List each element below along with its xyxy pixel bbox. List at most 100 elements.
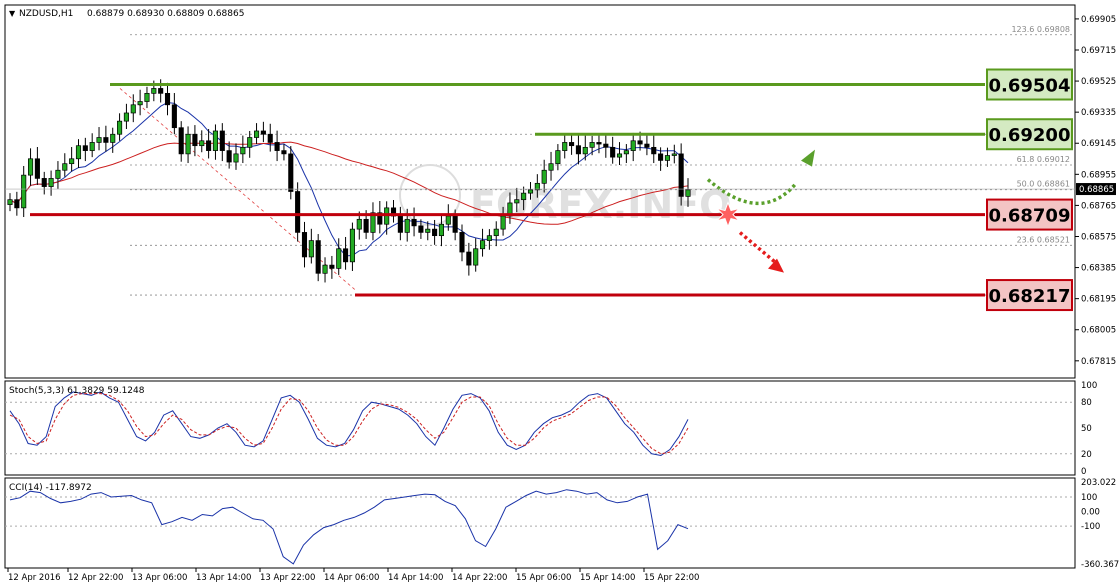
candle-body: [527, 189, 534, 194]
fib-label: 123.6 0.69808: [1011, 25, 1070, 34]
price-tick-label: 0.68765: [1081, 201, 1116, 211]
time-label: 14 Apr 06:00: [324, 573, 379, 583]
time-label: 15 Apr 22:00: [644, 573, 699, 583]
stoch-tick-label: 50: [1081, 424, 1092, 434]
stoch-tick-label: 0: [1081, 467, 1086, 477]
candle-body: [192, 133, 198, 147]
candle-body: [274, 142, 280, 151]
candle-body: [199, 140, 205, 147]
candle-body: [233, 153, 239, 163]
candle-body: [493, 228, 499, 237]
time-label: 14 Apr 22:00: [452, 573, 507, 583]
candle-body: [130, 104, 136, 114]
candle-body: [164, 92, 171, 106]
time-label: 13 Apr 22:00: [260, 573, 315, 583]
candle-body: [247, 137, 253, 148]
price-tick-label: 0.69905: [1081, 15, 1116, 25]
candle-body: [466, 251, 472, 266]
candle-body: [260, 130, 266, 135]
candle-body: [21, 174, 27, 209]
candle-body: [678, 153, 684, 197]
fib-label: 23.6 0.68521: [1017, 235, 1070, 244]
time-label: 15 Apr 06:00: [516, 573, 571, 583]
time-label: 13 Apr 06:00: [132, 573, 187, 583]
candle-body: [658, 153, 664, 161]
stoch-tick-label: 80: [1081, 398, 1092, 408]
price-tick-label: 0.68385: [1081, 264, 1116, 274]
candle-body: [185, 133, 191, 155]
level-label: 0.68217: [989, 286, 1071, 307]
candle-body: [151, 88, 157, 94]
candle-body: [500, 215, 506, 230]
level-label: 0.69504: [989, 76, 1071, 97]
current-price-label: 0.68865: [1079, 185, 1114, 195]
candle-body: [226, 150, 232, 163]
candle-body: [459, 232, 465, 253]
candle-body: [206, 140, 212, 151]
candle-body: [34, 158, 40, 179]
candle-body: [158, 88, 164, 94]
candle-body: [301, 232, 308, 258]
candle-body: [589, 142, 595, 148]
candle-body: [240, 146, 246, 155]
candle-body: [89, 142, 95, 151]
candle-body: [438, 223, 445, 237]
candle-body: [315, 240, 321, 274]
stoch-tick-label: 20: [1081, 450, 1092, 460]
candle-body: [685, 189, 691, 197]
level-label: 0.69200: [989, 125, 1071, 146]
time-label: 15 Apr 14:00: [580, 573, 635, 583]
candle-body: [41, 178, 47, 187]
candle-body: [569, 142, 575, 147]
candle-body: [308, 240, 314, 258]
price-tick-label: 0.68575: [1081, 232, 1116, 242]
price-tick-label: 0.68005: [1081, 326, 1116, 336]
candle-body: [404, 218, 410, 233]
candle-body: [75, 145, 82, 160]
candle-body: [288, 153, 294, 192]
candle-body: [281, 150, 287, 155]
price-tick-label: 0.69715: [1081, 46, 1116, 56]
cci-tick-label: 203.022: [1081, 478, 1116, 488]
candle-body: [603, 143, 609, 148]
price-tick-label: 0.69145: [1081, 139, 1116, 149]
candle-body: [486, 235, 492, 241]
ohlc-header: 0.68879 0.68930 0.68809 0.68865: [87, 9, 244, 19]
candle-body: [322, 264, 328, 274]
price-tick-label: 0.68195: [1081, 295, 1116, 305]
candle-body: [137, 101, 143, 106]
candle-body: [562, 142, 568, 151]
candle-body: [445, 215, 451, 225]
candle-body: [425, 228, 431, 233]
cci-tick-label: -100: [1081, 522, 1100, 532]
candle-body: [356, 218, 362, 230]
candle-body: [267, 133, 273, 143]
candle-body: [110, 133, 116, 143]
candle-body: [555, 150, 561, 165]
candle-body: [411, 218, 417, 227]
time-label: 12 Apr 22:00: [68, 573, 123, 583]
candle-body: [295, 191, 301, 233]
candle-body: [363, 218, 369, 233]
cci-tick-label: 0.00: [1081, 508, 1100, 518]
candle-body: [336, 248, 342, 269]
candle-body: [82, 145, 88, 151]
candle-body: [103, 137, 109, 143]
candle-body: [69, 158, 75, 165]
cci-label: CCI(14) -117.8972: [9, 483, 92, 493]
candle-body: [343, 248, 349, 263]
candle-body: [7, 199, 13, 205]
symbol-header-marker: ▼: [9, 9, 16, 18]
fib-label: 50.0 0.68861: [1017, 180, 1070, 189]
price-tick-label: 0.69525: [1081, 77, 1116, 87]
candle-body: [596, 142, 602, 145]
candle-body: [521, 192, 527, 201]
candle-body: [48, 178, 54, 187]
candle-body: [623, 150, 629, 155]
candle-body: [610, 146, 616, 158]
candle-body: [637, 140, 643, 145]
candle-body: [514, 199, 520, 204]
candle-body: [123, 112, 129, 122]
stoch-pane-frame: [4, 380, 1076, 476]
forex-chart: 123.6 0.69808 61.8 0.69012 50.0 0.68861 23.…: [4, 4, 1119, 583]
